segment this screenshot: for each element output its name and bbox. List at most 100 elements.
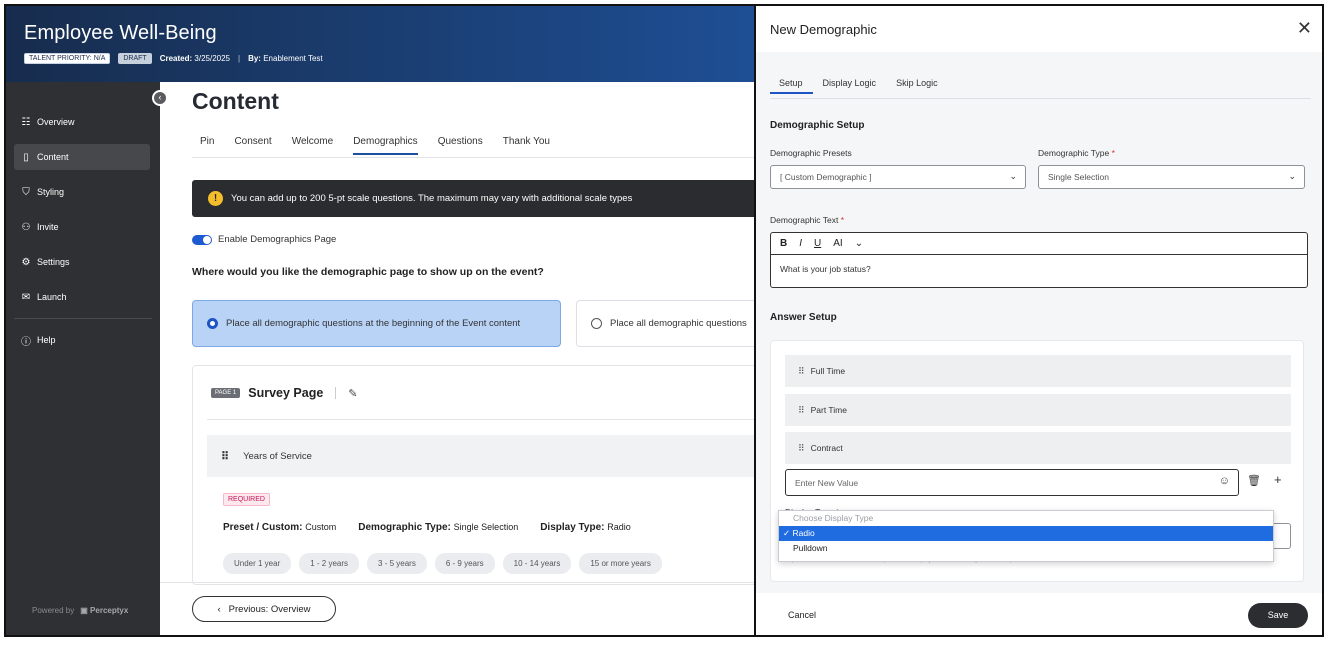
brand-icon: ▣ bbox=[80, 606, 88, 615]
sidebar-item-label: Settings bbox=[37, 257, 70, 267]
chevron-down-icon[interactable]: ⌄ bbox=[855, 238, 863, 249]
italic-button[interactable]: I bbox=[799, 238, 802, 249]
sidebar-item-styling[interactable]: ⛉ Styling bbox=[14, 179, 150, 205]
page-number-badge: PAGE 1 bbox=[211, 388, 241, 398]
answer-chip: 15 or more years bbox=[579, 553, 662, 574]
drawer-header: New Demographic ✕ bbox=[756, 6, 1322, 52]
drag-handle-icon[interactable]: ⠿ bbox=[798, 366, 805, 377]
close-icon[interactable]: ✕ bbox=[1297, 18, 1312, 39]
ai-button[interactable]: AI bbox=[833, 238, 842, 249]
demographic-setup-title: Demographic Setup bbox=[770, 120, 865, 131]
presets-select[interactable]: [ Custom Demographic ] ⌄ bbox=[770, 165, 1026, 189]
sidebar-item-launch[interactable]: ✉ Launch bbox=[14, 284, 150, 310]
sidebar: ‹ ☷ Overview ▯ Content ⛉ Styling ⚇ Invit… bbox=[6, 82, 168, 635]
presets-label: Demographic Presets bbox=[770, 148, 852, 158]
page-name: Survey Page bbox=[248, 386, 324, 400]
banner-text: You can add up to 200 5-pt scale questio… bbox=[231, 193, 633, 204]
tab-demographics[interactable]: Demographics bbox=[353, 136, 418, 155]
preset-info: Preset / Custom: Custom bbox=[223, 522, 336, 533]
event-header: Employee Well-Being TALENT PRIORITY: N/A… bbox=[6, 6, 766, 82]
answer-chips: Under 1 year 1 - 2 years 3 - 5 years 6 -… bbox=[223, 553, 662, 574]
dropdown-option-radio[interactable]: ✓ Radio bbox=[779, 526, 1273, 541]
answer-setup-title: Answer Setup bbox=[770, 312, 837, 323]
tab-display-logic[interactable]: Display Logic bbox=[813, 78, 887, 94]
sidebar-item-settings[interactable]: ⚙ Settings bbox=[14, 249, 150, 275]
previous-button[interactable]: ‹ Previous: Overview bbox=[192, 596, 336, 622]
new-value-placeholder: Enter New Value bbox=[795, 477, 859, 488]
placement-option-end[interactable]: Place all demographic questions bbox=[576, 300, 766, 347]
created-label: Created: bbox=[159, 54, 193, 63]
emoji-icon[interactable]: ☺ bbox=[1219, 475, 1230, 487]
add-icon[interactable]: + bbox=[1274, 472, 1282, 487]
enable-demographics-toggle[interactable] bbox=[192, 234, 212, 245]
answer-chip: 1 - 2 years bbox=[299, 553, 360, 574]
tab-thank-you[interactable]: Thank You bbox=[503, 136, 550, 155]
answer-label: Contract bbox=[810, 443, 843, 453]
warning-icon: ! bbox=[208, 191, 223, 206]
collapse-sidebar-button[interactable]: ‹ bbox=[152, 90, 168, 106]
type-value: Single Selection bbox=[1048, 172, 1109, 182]
author-info: By: Enablement Test bbox=[248, 54, 323, 63]
tab-skip-logic[interactable]: Skip Logic bbox=[886, 78, 948, 94]
answer-option[interactable]: ⠿ Full Time bbox=[785, 355, 1291, 387]
required-star: * bbox=[840, 215, 845, 225]
previous-button-label: Previous: Overview bbox=[228, 603, 311, 615]
tab-welcome[interactable]: Welcome bbox=[292, 136, 334, 155]
drawer-footer: Cancel Save bbox=[756, 593, 1322, 635]
created-info: Created: 3/25/2025 bbox=[160, 54, 230, 63]
envelope-icon: ✉ bbox=[21, 291, 31, 303]
dtype-info: Demographic Type: Single Selection bbox=[358, 522, 518, 533]
type-label: Demographic Type * bbox=[1038, 148, 1115, 158]
drag-handle-icon[interactable]: ⠿ bbox=[798, 443, 805, 454]
powered-by-label: Powered by bbox=[32, 606, 75, 615]
demographic-question-row[interactable]: ⠿ Years of Service bbox=[207, 435, 766, 477]
bold-button[interactable]: B bbox=[780, 238, 787, 249]
tab-consent[interactable]: Consent bbox=[234, 136, 271, 155]
placement-option-beginning[interactable]: Place all demographic questions at the b… bbox=[192, 300, 561, 347]
info-banner: ! You can add up to 200 5-pt scale quest… bbox=[192, 180, 766, 217]
answer-label: Part Time bbox=[810, 405, 847, 415]
toggle-label: Enable Demographics Page bbox=[218, 234, 337, 245]
sidebar-item-content[interactable]: ▯ Content bbox=[14, 144, 150, 170]
sidebar-item-label: Overview bbox=[37, 117, 75, 127]
demographic-text-editor[interactable]: B I U AI ⌄ What is your job status? bbox=[770, 232, 1308, 288]
sidebar-item-help[interactable]: ⓘ Help bbox=[14, 327, 150, 353]
sidebar-item-overview[interactable]: ☷ Overview bbox=[14, 109, 150, 135]
dropdown-option-pulldown[interactable]: Pulldown bbox=[779, 541, 1273, 556]
tab-setup[interactable]: Setup bbox=[770, 78, 813, 94]
underline-button[interactable]: U bbox=[814, 238, 821, 249]
tab-pin[interactable]: Pin bbox=[200, 136, 214, 155]
radio-unselected[interactable] bbox=[591, 318, 602, 329]
answer-option[interactable]: ⠿ Part Time bbox=[785, 394, 1291, 426]
author-name: Enablement Test bbox=[263, 54, 323, 63]
radio-selected[interactable] bbox=[207, 318, 218, 329]
by-label: By: bbox=[248, 54, 261, 63]
answer-option[interactable]: ⠿ Contract bbox=[785, 432, 1291, 464]
gear-icon: ⚙ bbox=[21, 256, 31, 268]
sidebar-item-invite[interactable]: ⚇ Invite bbox=[14, 214, 150, 240]
new-value-input[interactable]: Enter New Value ☺ bbox=[785, 469, 1239, 496]
footer-divider bbox=[160, 582, 766, 583]
drag-handle-icon[interactable]: ⠿ bbox=[221, 450, 229, 463]
edit-icon[interactable]: ✎ bbox=[348, 387, 357, 400]
dropdown-placeholder: Choose Display Type bbox=[793, 513, 874, 523]
event-meta: TALENT PRIORITY: N/A DRAFT Created: 3/25… bbox=[24, 53, 323, 64]
display-label: Display Type: bbox=[540, 522, 605, 533]
tab-questions[interactable]: Questions bbox=[438, 136, 483, 155]
demographic-text-value[interactable]: What is your job status? bbox=[771, 255, 1307, 283]
type-select[interactable]: Single Selection ⌄ bbox=[1038, 165, 1305, 189]
save-button[interactable]: Save bbox=[1248, 603, 1308, 628]
sidebar-item-label: Styling bbox=[37, 187, 65, 197]
cancel-button[interactable]: Cancel bbox=[788, 610, 816, 620]
info-icon: ⓘ bbox=[21, 336, 31, 348]
trash-icon[interactable]: 🗑 bbox=[1247, 474, 1261, 487]
tabs-divider bbox=[192, 157, 766, 158]
display-value: Radio bbox=[607, 522, 631, 532]
paint-icon: ⛉ bbox=[22, 186, 30, 198]
preset-value: Custom bbox=[305, 522, 337, 532]
drag-handle-icon[interactable]: ⠿ bbox=[798, 405, 805, 416]
display-info: Display Type: Radio bbox=[540, 522, 631, 533]
answer-chip: Under 1 year bbox=[223, 553, 292, 574]
brand-name: Perceptyx bbox=[90, 606, 129, 615]
created-date: 3/25/2025 bbox=[194, 54, 230, 63]
